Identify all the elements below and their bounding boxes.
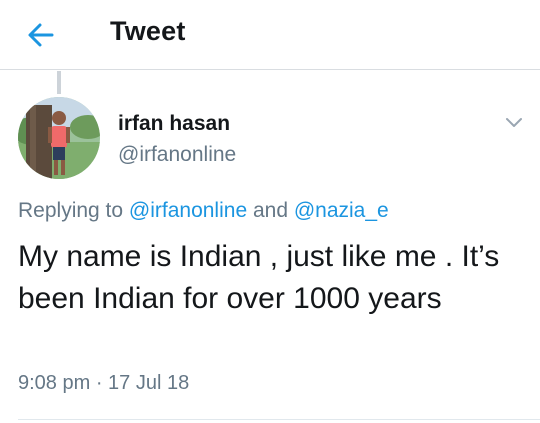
top-app-bar: Tweet xyxy=(0,0,540,70)
thread-connector-line xyxy=(57,71,61,94)
tweet-date: 17 Jul 18 xyxy=(108,372,190,394)
profile-photo xyxy=(18,97,100,179)
tweet-time: 9:08 pm xyxy=(18,372,91,394)
back-button[interactable] xyxy=(26,20,56,50)
divider xyxy=(18,419,540,420)
mention-link-2[interactable]: @nazia_e xyxy=(294,199,389,222)
reply-prefix: Replying to xyxy=(18,199,129,222)
avatar[interactable] xyxy=(18,97,100,179)
chevron-down-icon xyxy=(506,118,522,127)
arrow-left-icon xyxy=(28,23,54,47)
page-title: Tweet xyxy=(110,16,186,46)
mention-link-1[interactable]: @irfanonline xyxy=(129,199,247,222)
timestamp-separator: · xyxy=(90,372,109,394)
tweet-menu-button[interactable] xyxy=(500,108,528,136)
author-handle[interactable]: @irfanonline xyxy=(118,143,236,167)
tweet-body-text: My name is Indian , just like me . It’s … xyxy=(18,240,500,315)
tweet-detail-screen: Tweet irfan hasan @irfanonline Replying … xyxy=(0,0,540,423)
reply-context: Replying to @irfanonline and @nazia_e xyxy=(18,199,389,223)
author-display-name[interactable]: irfan hasan xyxy=(118,112,230,136)
reply-connector: and xyxy=(247,199,294,222)
tweet-timestamp: 9:08 pm · 17 Jul 18 xyxy=(18,372,189,395)
